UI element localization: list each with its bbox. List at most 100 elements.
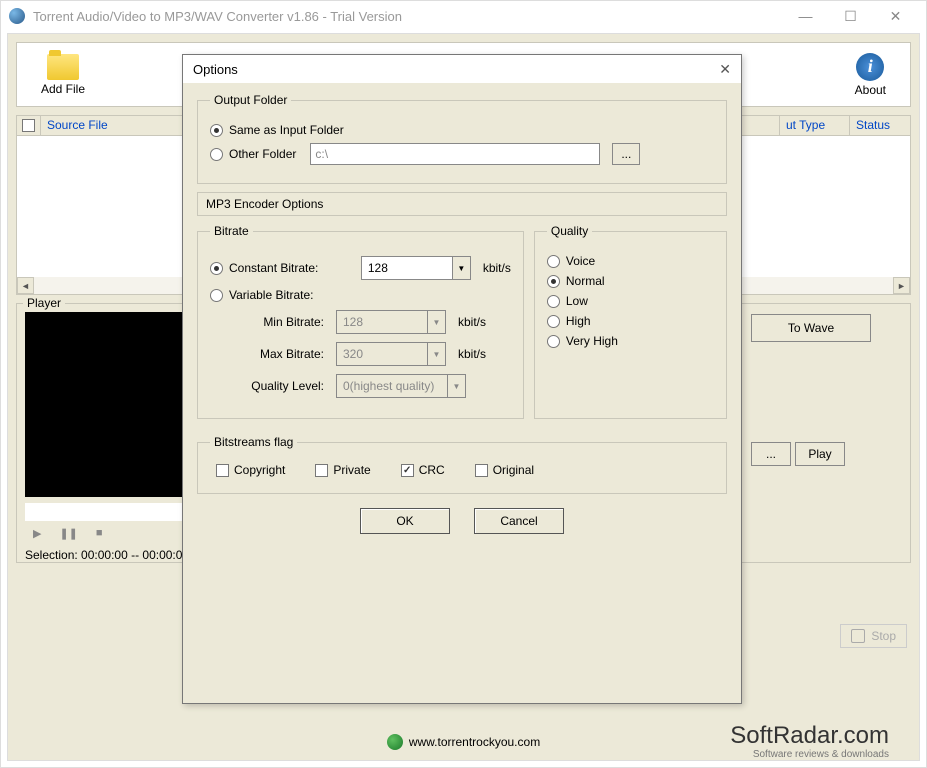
output-path-input[interactable] [310,143,600,165]
dialog-close-button[interactable]: ✕ [719,61,731,78]
titlebar: Torrent Audio/Video to MP3/WAV Converter… [1,1,926,31]
output-folder-legend: Output Folder [210,93,291,107]
max-bitrate-value: 320 [337,347,427,361]
quality-level-label: Quality Level: [210,379,330,393]
original-label: Original [493,463,534,477]
variable-bitrate-option[interactable]: Variable Bitrate: [210,288,511,302]
stop-label: Stop [871,629,896,643]
crc-option[interactable]: CRC [401,463,445,477]
private-option[interactable]: Private [315,463,370,477]
quality-veryhigh-radio[interactable] [547,335,560,348]
quality-level-value: 0(highest quality) [337,379,447,393]
constant-bitrate-label: Constant Bitrate: [229,261,318,275]
window-controls: — ☐ ✕ [783,1,918,31]
dialog-title: Options [193,62,719,77]
pause-icon[interactable]: ❚❚ [59,527,77,540]
cbr-combo[interactable]: 128 ▼ [361,256,471,280]
copyright-label: Copyright [234,463,285,477]
constant-bitrate-radio[interactable] [210,262,223,275]
cbr-value: 128 [362,261,452,275]
website-link[interactable]: www.torrentrockyou.com [409,735,540,749]
min-bitrate-label: Min Bitrate: [210,315,330,329]
quality-normal-option[interactable]: Normal [547,274,714,288]
cbr-unit: kbit/s [483,261,511,275]
globe-icon [387,734,403,750]
same-folder-label: Same as Input Folder [229,123,344,137]
stop-icon[interactable]: ■ [96,527,103,540]
cancel-button[interactable]: Cancel [474,508,564,534]
scroll-right-button[interactable]: ► [893,277,910,294]
softradar-logo: SoftRadar.com [730,722,889,750]
bitrate-group: Bitrate Constant Bitrate: 128 ▼ kbit/s V… [197,224,524,419]
type-column[interactable]: ut Type [780,116,850,135]
close-button[interactable]: ✕ [873,1,918,31]
dialog-buttons: OK Cancel [197,508,727,534]
quality-normal-radio[interactable] [547,275,560,288]
crc-checkbox[interactable] [401,464,414,477]
options-dialog: Options ✕ Output Folder Same as Input Fo… [182,54,742,704]
quality-voice-radio[interactable] [547,255,560,268]
info-icon: i [856,53,884,81]
chevron-down-icon[interactable]: ▼ [452,257,470,279]
to-wave-button[interactable]: To Wave [751,314,871,342]
quality-low-radio[interactable] [547,295,560,308]
private-label: Private [333,463,370,477]
quality-level-combo: 0(highest quality) ▼ [336,374,466,398]
quality-voice-option[interactable]: Voice [547,254,714,268]
bitstreams-legend: Bitstreams flag [210,435,297,449]
quality-high-radio[interactable] [547,315,560,328]
folder-icon [47,54,79,80]
bitstreams-flag-group: Bitstreams flag Copyright Private CRC Or… [197,435,727,494]
quality-veryhigh-option[interactable]: Very High [547,334,714,348]
maximize-button[interactable]: ☐ [828,1,873,31]
variable-bitrate-radio[interactable] [210,289,223,302]
chevron-down-icon: ▼ [427,311,445,333]
other-folder-option[interactable]: Other Folder ... [210,143,714,165]
output-folder-group: Output Folder Same as Input Folder Other… [197,93,727,184]
original-checkbox[interactable] [475,464,488,477]
ok-button[interactable]: OK [360,508,450,534]
crc-label: CRC [419,463,445,477]
min-bitrate-value: 128 [337,315,427,329]
bitrate-legend: Bitrate [210,224,253,238]
add-file-label: Add File [41,82,85,96]
stop-button[interactable]: Stop [840,624,907,648]
other-folder-radio[interactable] [210,148,223,161]
constant-bitrate-option[interactable]: Constant Bitrate: 128 ▼ kbit/s [210,256,511,280]
same-folder-option[interactable]: Same as Input Folder [210,123,714,137]
variable-bitrate-label: Variable Bitrate: [229,288,314,302]
chevron-down-icon: ▼ [447,375,465,397]
quality-high-option[interactable]: High [547,314,714,328]
play-output-button[interactable]: Play [795,442,845,466]
player-label: Player [23,296,65,310]
stop-square-icon [851,629,865,643]
play-icon[interactable]: ▶ [33,527,41,540]
quality-normal-label: Normal [566,274,605,288]
min-bitrate-combo: 128 ▼ [336,310,446,334]
encoder-options-header: MP3 Encoder Options [197,192,727,216]
same-folder-radio[interactable] [210,124,223,137]
quality-legend: Quality [547,224,592,238]
add-file-button[interactable]: Add File [21,52,105,98]
app-icon [9,8,25,24]
browse-output-button[interactable]: ... [751,442,791,466]
dialog-titlebar: Options ✕ [183,55,741,83]
browse-folder-button[interactable]: ... [612,143,640,165]
private-checkbox[interactable] [315,464,328,477]
quality-high-label: High [566,314,591,328]
chevron-down-icon: ▼ [427,343,445,365]
copyright-checkbox[interactable] [216,464,229,477]
about-button[interactable]: i About [835,51,906,99]
quality-group: Quality Voice Normal Low High [534,224,727,419]
minimize-button[interactable]: — [783,1,828,31]
max-bitrate-label: Max Bitrate: [210,347,330,361]
right-column: To Wave ... Play [751,314,911,466]
original-option[interactable]: Original [475,463,534,477]
other-folder-label: Other Folder [229,147,296,161]
quality-low-label: Low [566,294,588,308]
scroll-left-button[interactable]: ◄ [17,277,34,294]
checkbox-column[interactable] [17,116,41,135]
status-column[interactable]: Status [850,116,910,135]
quality-low-option[interactable]: Low [547,294,714,308]
copyright-option[interactable]: Copyright [216,463,285,477]
